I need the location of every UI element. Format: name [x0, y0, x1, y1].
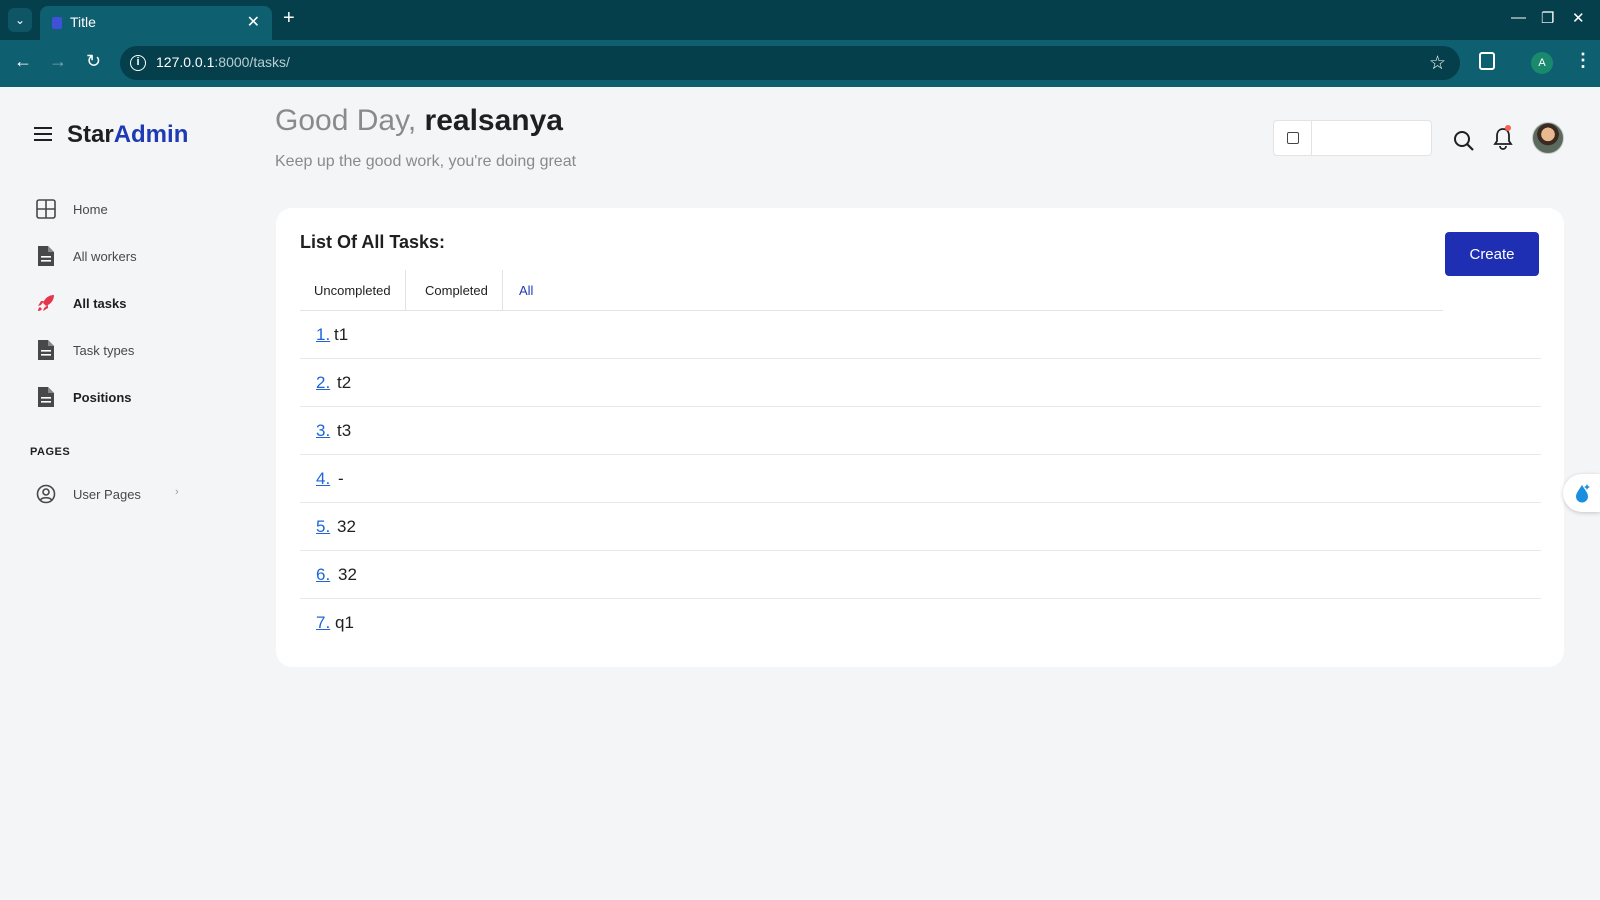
- new-tab-icon[interactable]: +: [283, 7, 295, 30]
- sidebar-item-label: Task types: [73, 343, 135, 358]
- sidebar-item-task-types[interactable]: Task types: [36, 339, 236, 363]
- task-row: 4. -: [300, 455, 1541, 503]
- close-tab-icon[interactable]: ✕: [247, 12, 260, 32]
- sidebar-item-label: Positions: [73, 390, 132, 405]
- task-name: 32: [337, 517, 356, 536]
- task-link[interactable]: 6.: [316, 565, 330, 585]
- sidebar-item-all-workers[interactable]: All workers: [36, 245, 236, 269]
- task-row: 1. t1: [300, 311, 1541, 359]
- sidebar-item-label: All tasks: [73, 296, 127, 311]
- page-greeting: Good Day, realsanya: [275, 104, 563, 138]
- task-row: 7. q1: [300, 599, 1541, 647]
- notification-dot: [1505, 125, 1511, 131]
- task-link[interactable]: 7.: [316, 613, 330, 633]
- browser-tab-bar: ⌄ Title ✕ + — ❐ ✕: [0, 0, 1600, 40]
- bookmark-star-icon[interactable]: ☆: [1429, 52, 1446, 75]
- calendar-button[interactable]: [1274, 121, 1312, 155]
- restore-icon[interactable]: ❐: [1541, 9, 1554, 27]
- browser-menu-icon[interactable]: ⋮: [1574, 50, 1592, 71]
- tab-completed[interactable]: Completed: [411, 270, 503, 311]
- tasks-card: List Of All Tasks: Create Uncompleted Co…: [276, 208, 1564, 667]
- bell-icon[interactable]: [1492, 127, 1514, 151]
- sidebar-item-label: User Pages: [73, 487, 141, 502]
- address-bar[interactable]: i 127.0.0.1:8000/tasks/ ☆: [120, 46, 1460, 80]
- extensions-icon[interactable]: [1479, 52, 1495, 70]
- sidebar-item-label: Home: [73, 202, 108, 217]
- grid-icon: [36, 199, 56, 219]
- tab-search-chevron-icon[interactable]: ⌄: [8, 8, 32, 32]
- task-link[interactable]: 5.: [316, 517, 330, 537]
- task-link[interactable]: 2.: [316, 373, 330, 393]
- sidebar-item-home[interactable]: Home: [36, 198, 236, 222]
- url-path: :8000/tasks/: [214, 54, 290, 70]
- forward-arrow-icon[interactable]: →: [49, 51, 67, 72]
- url-text: 127.0.0.1:8000/tasks/: [156, 54, 290, 70]
- back-arrow-icon[interactable]: ←: [14, 51, 32, 72]
- assistant-fab[interactable]: [1563, 474, 1600, 512]
- task-name: t3: [337, 421, 352, 440]
- profile-avatar[interactable]: A: [1531, 52, 1553, 74]
- task-name: q1: [335, 613, 354, 632]
- task-link[interactable]: 4.: [316, 469, 330, 489]
- sidebar-item-positions[interactable]: Positions: [36, 386, 236, 410]
- user-avatar[interactable]: [1532, 122, 1564, 154]
- task-link[interactable]: 3.: [316, 421, 330, 441]
- task-name: 32: [338, 565, 357, 584]
- tab-all[interactable]: All: [505, 270, 547, 311]
- calendar-icon: [1287, 132, 1299, 144]
- brand-accent: Admin: [113, 121, 189, 148]
- brand-main: Star: [67, 121, 114, 148]
- rocket-icon: [38, 295, 54, 311]
- date-picker[interactable]: [1273, 120, 1432, 156]
- task-name: t2: [337, 373, 352, 392]
- close-window-icon[interactable]: ✕: [1572, 9, 1585, 27]
- browser-tab[interactable]: Title ✕: [40, 6, 272, 40]
- browser-toolbar: ← → ↻ i 127.0.0.1:8000/tasks/ ☆ A ⋮: [0, 40, 1600, 87]
- favicon-icon: [52, 17, 62, 29]
- water-drop-icon: [1576, 484, 1590, 503]
- task-filter-tabs: Uncompleted Completed All: [300, 270, 1443, 311]
- username: realsanya: [424, 104, 563, 137]
- tab-uncompleted[interactable]: Uncompleted: [300, 270, 406, 311]
- tab-title: Title: [70, 14, 96, 30]
- page-subtitle: Keep up the good work, you're doing grea…: [275, 153, 577, 170]
- task-row: 6. 32: [300, 551, 1541, 599]
- document-icon: [38, 246, 54, 266]
- card-title: List Of All Tasks:: [300, 232, 446, 252]
- task-row: 2. t2: [300, 359, 1541, 407]
- chevron-right-icon: ›: [175, 486, 179, 498]
- search-icon[interactable]: [1453, 130, 1475, 152]
- sidebar-item-all-tasks[interactable]: All tasks: [36, 292, 236, 316]
- hamburger-menu-icon[interactable]: [34, 127, 52, 141]
- task-link[interactable]: 1.: [316, 325, 330, 345]
- site-info-icon[interactable]: i: [130, 55, 146, 71]
- task-name: t1: [334, 325, 349, 344]
- sidebar-item-user-pages[interactable]: User Pages ›: [36, 483, 236, 507]
- document-icon: [38, 387, 54, 407]
- task-row: 3. t3: [300, 407, 1541, 455]
- task-row: 5. 32: [300, 503, 1541, 551]
- reload-icon[interactable]: ↻: [86, 51, 101, 72]
- document-icon: [38, 340, 54, 360]
- pages-section-header: PAGES: [30, 446, 71, 458]
- task-name: -: [338, 469, 344, 488]
- user-circle-icon: [36, 484, 56, 504]
- sidebar-item-label: All workers: [73, 249, 137, 264]
- minimize-icon[interactable]: —: [1511, 9, 1526, 26]
- greeting-text: Good Day,: [275, 104, 417, 137]
- date-input[interactable]: [1316, 125, 1426, 151]
- url-host: 127.0.0.1: [156, 54, 215, 70]
- create-button[interactable]: Create: [1445, 232, 1539, 276]
- brand-logo[interactable]: StarAdmin: [67, 121, 188, 149]
